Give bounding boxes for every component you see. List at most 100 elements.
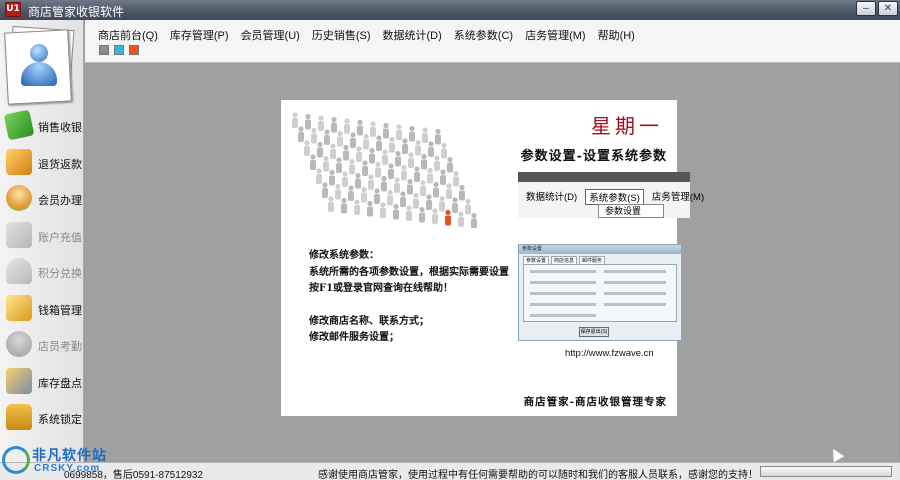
sidebar-item-returns[interactable]: 退货返款 <box>0 145 84 182</box>
person-figure <box>317 141 323 158</box>
person-figure <box>421 153 427 170</box>
person-figure <box>348 185 354 201</box>
sidebar-item-membership[interactable]: 会员办理 <box>0 181 84 218</box>
person-figure <box>426 194 432 210</box>
person-figure <box>374 188 380 204</box>
staff-attendance-icon <box>6 331 32 357</box>
workspace: 星期一 参数设置-设置系统参数 修改系统参数： 系统所需的各项参数设置，根据实际… <box>85 64 898 462</box>
sidebar-item-label: 积分兑换 <box>38 268 82 280</box>
member-icon <box>6 185 32 211</box>
theme-swatch-blue[interactable] <box>114 45 124 55</box>
sidebar-item-label: 系统锁定 <box>38 414 82 426</box>
person-figure <box>465 198 471 215</box>
sidebar: 销售收银 退货返款 会员办理 账户充值 积分兑换 钱箱管理 店员考勤 库存盘点 <box>0 20 84 462</box>
theme-swatch-gray[interactable] <box>99 45 109 55</box>
person-figure <box>354 199 360 215</box>
sidebar-item-inventory[interactable]: 库存盘点 <box>0 364 84 401</box>
person-figure <box>376 135 382 151</box>
user-profile-icon[interactable] <box>4 25 76 105</box>
instruction-line: 按F1或登录官网查询在线帮助！ <box>309 283 454 294</box>
sidebar-item-label: 钱箱管理 <box>38 304 82 317</box>
menu-storefront[interactable]: 商店前台(Q) <box>92 27 164 43</box>
person-figure <box>363 133 369 150</box>
person-figure <box>453 170 459 187</box>
person-figure <box>335 183 341 200</box>
preview-form-line <box>530 270 596 273</box>
person-figure <box>322 182 328 198</box>
person-figure <box>331 116 337 133</box>
person-figure <box>433 181 439 198</box>
person-figure <box>367 200 373 217</box>
menu-store-affairs[interactable]: 店务管理(M) <box>519 27 592 43</box>
person-figure <box>362 160 368 176</box>
points-exchange-icon <box>6 258 32 284</box>
sidebar-item-lock[interactable]: 系统锁定 <box>0 400 84 437</box>
person-figure <box>318 115 324 131</box>
person-figure <box>413 192 419 209</box>
preview-form-line <box>604 281 666 284</box>
menu-system-params[interactable]: 系统参数(C) <box>448 27 519 43</box>
watermark-logo-icon <box>2 446 30 474</box>
person-figure <box>407 178 413 195</box>
person-figure <box>439 195 445 212</box>
person-figure <box>292 112 298 128</box>
settings-dialog-preview: 参数设置 参数设置 商店信息 邮件服务 保存退出(S) <box>518 244 682 341</box>
watermark-subtext: CRSKY.com <box>34 463 101 474</box>
close-button[interactable]: ✕ <box>878 1 898 16</box>
person-figure <box>409 125 415 142</box>
person-figure <box>382 149 388 165</box>
theme-swatch-orange[interactable] <box>129 45 139 55</box>
person-figure <box>471 212 477 228</box>
progress-bar <box>760 466 892 477</box>
person-figure <box>350 132 356 148</box>
window-title: 商店管家收银软件 <box>28 5 125 19</box>
sidebar-item-label: 账户充值 <box>38 231 82 244</box>
person-figure <box>380 202 386 218</box>
person-figure <box>440 169 446 185</box>
instruction-line: 修改商店名称、联系方式； <box>309 315 429 327</box>
sidebar-item-label: 店员考勤 <box>38 341 82 353</box>
person-figure <box>311 127 317 144</box>
weekday-label: 星期一 <box>591 114 663 138</box>
minimize-button[interactable]: – <box>856 1 876 16</box>
preview-dialog-title: 参数设置 <box>519 245 681 254</box>
preview-form-line <box>604 303 666 306</box>
sidebar-item-points[interactable]: 积分兑换 <box>0 254 84 291</box>
person-figure <box>422 127 428 143</box>
banner-subtitle: 参数设置-设置系统参数 <box>520 149 667 164</box>
person-figure <box>408 152 414 168</box>
sidebar-item-cash-drawer[interactable]: 钱箱管理 <box>0 291 84 328</box>
sidebar-item-recharge[interactable]: 账户充值 <box>0 218 84 255</box>
person-figure <box>324 129 330 145</box>
sidebar-item-sales[interactable]: 销售收银 <box>0 108 84 145</box>
menu-statistics[interactable]: 数据统计(D) <box>377 27 448 43</box>
menu-sales-history[interactable]: 历史销售(S) <box>306 27 377 43</box>
sidebar-item-label: 会员办理 <box>38 195 82 207</box>
person-figure <box>337 130 343 147</box>
person-figure <box>400 191 406 207</box>
menu-inventory[interactable]: 库存管理(P) <box>164 27 235 43</box>
person-figure <box>341 197 347 214</box>
person-figure <box>370 121 376 137</box>
recharge-card-icon <box>6 221 32 248</box>
menu-members[interactable]: 会员管理(U) <box>235 27 306 43</box>
person-figure <box>434 155 440 171</box>
instruction-line: 系统所需的各项参数设置，根据实际需要设置 <box>309 266 509 278</box>
person-figure <box>361 186 367 203</box>
preview-form-line <box>604 292 666 295</box>
person-figure <box>402 138 408 154</box>
person-figure <box>388 163 394 179</box>
person-figure <box>342 171 348 187</box>
instructions: 修改系统参数： 系统所需的各项参数设置，根据实际需要设置 按F1或登录官网查询在… <box>309 248 509 347</box>
menu-help[interactable]: 帮助(H) <box>592 27 641 43</box>
person-figure <box>420 180 426 196</box>
person-figure <box>323 155 329 172</box>
menu-bar: 商店前台(Q) 库存管理(P) 会员管理(U) 历史销售(S) 数据统计(D) … <box>85 20 900 63</box>
preview-save-button: 保存退出(S) <box>579 327 609 337</box>
watermark-logo: 非凡软件站 CRSKY.com <box>0 444 108 478</box>
sidebar-item-label: 库存盘点 <box>38 377 82 390</box>
preview-form-line <box>604 270 666 273</box>
sidebar-item-attendance[interactable]: 店员考勤 <box>0 327 84 364</box>
person-figure <box>375 161 381 178</box>
person-figure <box>328 196 334 212</box>
